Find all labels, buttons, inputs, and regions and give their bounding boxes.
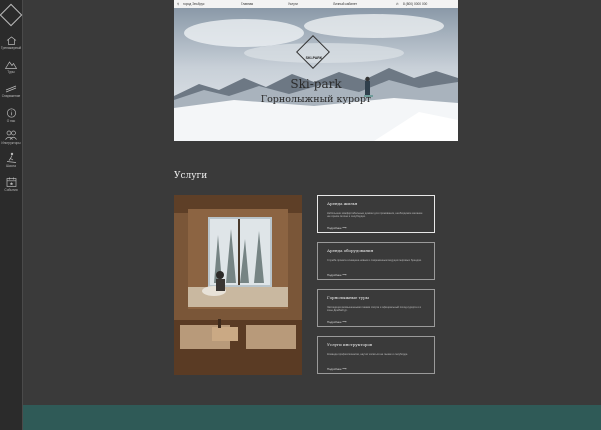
sidebar-item-label: Снаряжение — [1, 94, 21, 98]
services-section-title: Услуги — [174, 171, 208, 181]
service-card-title: Аренда оборудования — [327, 248, 374, 253]
sidebar-item-label: Тренажерный — [0, 46, 22, 50]
sidebar-item-label: События — [4, 188, 18, 192]
service-card-description: Экспедиция возвышенными пиками спорта и … — [327, 306, 422, 313]
more-link-label: Подробнее — [327, 367, 342, 371]
sidebar-item-instructors[interactable]: Инструкторы — [0, 130, 22, 145]
arrow-right-icon: ⟶ — [342, 320, 347, 324]
hero-mountain-image — [174, 8, 458, 141]
sidebar-item-school[interactable]: Школа — [0, 152, 22, 168]
sidebar-item-label: Туры — [7, 70, 15, 74]
service-card-description: Служба проката оснащена новым и современ… — [327, 259, 422, 262]
top-nav-bar: ⚲ город Эльбрус Главная Услуги Личный ка… — [174, 0, 458, 8]
sidebar-item-events[interactable]: События — [0, 177, 22, 192]
info-icon — [6, 108, 16, 118]
hero-logo-text: SKI-PARK — [305, 56, 323, 60]
arrow-right-icon: ⟶ — [342, 273, 347, 277]
people-icon — [5, 130, 17, 140]
sidebar-item-tours[interactable]: Туры — [0, 60, 22, 74]
service-card-description: Команда профессионалов, научит кататься … — [327, 353, 409, 356]
phone-number[interactable]: 8 (800) 0000 000 — [403, 2, 427, 6]
home-icon — [6, 36, 16, 45]
more-link-label: Подробнее — [327, 320, 342, 324]
more-link-label: Подробнее — [327, 226, 342, 230]
arrow-right-icon: ⟶ — [342, 367, 347, 371]
hero-banner: ⚲ город Эльбрус Главная Услуги Личный ка… — [174, 0, 458, 141]
more-link[interactable]: Подробнее ⟶ — [327, 367, 346, 371]
more-link[interactable]: Подробнее ⟶ — [327, 273, 346, 277]
phone-icon: ✆ — [396, 2, 399, 6]
service-card-title: Горнолыжные туры — [327, 295, 369, 300]
service-card-title: Услуги инструкторов — [327, 342, 373, 347]
cabin-interior-photo — [174, 195, 302, 375]
hero-subtitle: Горнолыжный курорт — [260, 94, 372, 105]
hero-title: Ski-park — [290, 77, 342, 91]
nav-link-home[interactable]: Главная — [241, 2, 253, 6]
service-card-equipment[interactable]: Аренда оборудования Служба проката оснащ… — [317, 242, 435, 280]
nav-link-services[interactable]: Услуги — [288, 2, 298, 6]
sidebar-item-label: Инструкторы — [1, 141, 21, 145]
service-card-instructors[interactable]: Услуги инструкторов Команда профессионал… — [317, 336, 435, 374]
nav-link-account[interactable]: Личный кабинет — [333, 2, 357, 6]
more-link[interactable]: Подробнее ⟶ — [327, 226, 346, 230]
sidebar-item-trainer[interactable]: Тренажерный — [0, 36, 22, 50]
calendar-icon — [6, 177, 16, 187]
sidebar-item-equipment[interactable]: Снаряжение — [0, 84, 22, 98]
logo-icon[interactable] — [0, 3, 23, 27]
service-card-tours[interactable]: Горнолыжные туры Экспедиция возвышенными… — [317, 289, 435, 327]
service-card-housing[interactable]: Аренда жилья Небольшие комфортабельные д… — [317, 195, 435, 233]
main-content: ⚲ город Эльбрус Главная Услуги Личный ка… — [23, 0, 601, 430]
more-link-label: Подробнее — [327, 273, 342, 277]
sidebar-item-label: О нас — [6, 119, 16, 123]
sidebar-item-about[interactable]: О нас — [0, 108, 22, 123]
more-link[interactable]: Подробнее ⟶ — [327, 320, 346, 324]
location-text: город Эльбрус — [183, 2, 205, 6]
sidebar: Тренажерный Туры Снаряжение О нас Инстру… — [0, 0, 23, 430]
location-pin-icon: ⚲ — [177, 2, 180, 6]
arrow-right-icon: ⟶ — [342, 226, 347, 230]
footer-accent-strip — [23, 405, 601, 430]
sidebar-item-label: Школа — [6, 164, 16, 168]
service-card-description: Небольшие комфортабельные домики для про… — [327, 212, 423, 219]
skier-icon — [6, 152, 16, 163]
mountain-icon — [5, 61, 17, 69]
service-card-title: Аренда жилья — [327, 201, 358, 206]
skis-icon — [5, 85, 17, 93]
